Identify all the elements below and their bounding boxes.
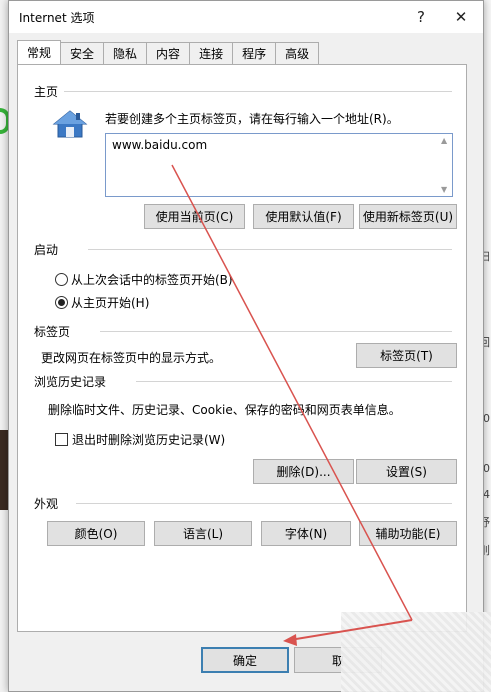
help-button[interactable]: ? <box>399 1 443 33</box>
checkbox[interactable] <box>55 433 68 446</box>
appearance-section-title: 外观 <box>34 497 59 511</box>
background-text: 4 <box>483 488 490 501</box>
tab-strip: 常规 安全 隐私 内容 连接 程序 高级 <box>17 40 320 64</box>
radio-label: 从上次会话中的标签页开始(B) <box>71 273 233 287</box>
tab-content[interactable]: 内容 <box>146 42 191 64</box>
use-new-tab-button[interactable]: 使用新标签页(U) <box>359 204 457 229</box>
delete-history-button[interactable]: 删除(D)... <box>253 459 354 484</box>
background-text: 0 <box>483 412 490 425</box>
ok-button[interactable]: 确定 <box>201 647 289 673</box>
general-tab-panel: 主页 若要创建多个主页标签页，请在每行输入一个地址(R)。 www.baidu.… <box>17 64 467 632</box>
startup-home-option[interactable]: 从主页开始(H) <box>55 294 149 311</box>
tab-security[interactable]: 安全 <box>60 42 105 64</box>
history-section-title: 浏览历史记录 <box>34 375 107 389</box>
tab-general[interactable]: 常规 <box>17 40 62 64</box>
blurred-watermark-region <box>341 612 491 692</box>
radio-label: 从主页开始(H) <box>71 296 150 310</box>
section-divider <box>100 331 452 332</box>
tab-connections[interactable]: 连接 <box>189 42 234 64</box>
section-divider <box>64 91 452 92</box>
use-default-button[interactable]: 使用默认值(F) <box>253 204 354 229</box>
url-field-scrollbar[interactable]: ▲ ▼ <box>438 134 452 196</box>
scroll-down-icon[interactable]: ▼ <box>441 185 447 194</box>
colors-button[interactable]: 颜色(O) <box>47 521 145 546</box>
history-description: 删除临时文件、历史记录、Cookie、保存的密码和网页表单信息。 <box>48 403 401 417</box>
scroll-up-icon[interactable]: ▲ <box>441 136 447 145</box>
house-icon <box>52 110 88 138</box>
home-page-url-value: www.baidu.com <box>112 138 208 152</box>
tabs-description: 更改网页在标签页中的显示方式。 <box>41 351 222 365</box>
radio-button-selected[interactable] <box>55 296 68 309</box>
tab-programs[interactable]: 程序 <box>232 42 277 64</box>
section-divider <box>88 249 452 250</box>
section-divider <box>76 503 452 504</box>
section-divider <box>136 381 452 382</box>
home-description: 若要创建多个主页标签页，请在每行输入一个地址(R)。 <box>105 112 399 126</box>
accessibility-button[interactable]: 辅助功能(E) <box>359 521 457 546</box>
startup-last-session-option[interactable]: 从上次会话中的标签页开始(B) <box>55 271 233 288</box>
languages-button[interactable]: 语言(L) <box>154 521 252 546</box>
title-bar[interactable]: Internet 选项 ? ✕ <box>9 1 483 33</box>
fonts-button[interactable]: 字体(N) <box>261 521 351 546</box>
history-settings-button[interactable]: 设置(S) <box>356 459 457 484</box>
tabs-settings-button[interactable]: 标签页(T) <box>356 343 457 368</box>
use-current-button[interactable]: 使用当前页(C) <box>144 204 245 229</box>
home-section-title: 主页 <box>34 85 59 99</box>
internet-options-dialog: Internet 选项 ? ✕ 常规 安全 隐私 内容 连接 程序 高级 主页 … <box>8 0 484 692</box>
tabs-section-title: 标签页 <box>34 325 71 339</box>
home-page-url-field[interactable]: www.baidu.com ▲ ▼ <box>105 133 453 197</box>
tab-advanced[interactable]: 高级 <box>275 42 320 64</box>
background-text: 0 <box>483 462 490 475</box>
checkbox-label: 退出时删除浏览历史记录(W) <box>72 433 226 447</box>
tab-privacy[interactable]: 隐私 <box>103 42 148 64</box>
radio-button[interactable] <box>55 273 68 286</box>
close-button[interactable]: ✕ <box>439 1 483 33</box>
dialog-title: Internet 选项 <box>19 10 95 25</box>
startup-section-title: 启动 <box>34 243 59 257</box>
delete-on-exit-option[interactable]: 退出时删除浏览历史记录(W) <box>55 431 225 448</box>
